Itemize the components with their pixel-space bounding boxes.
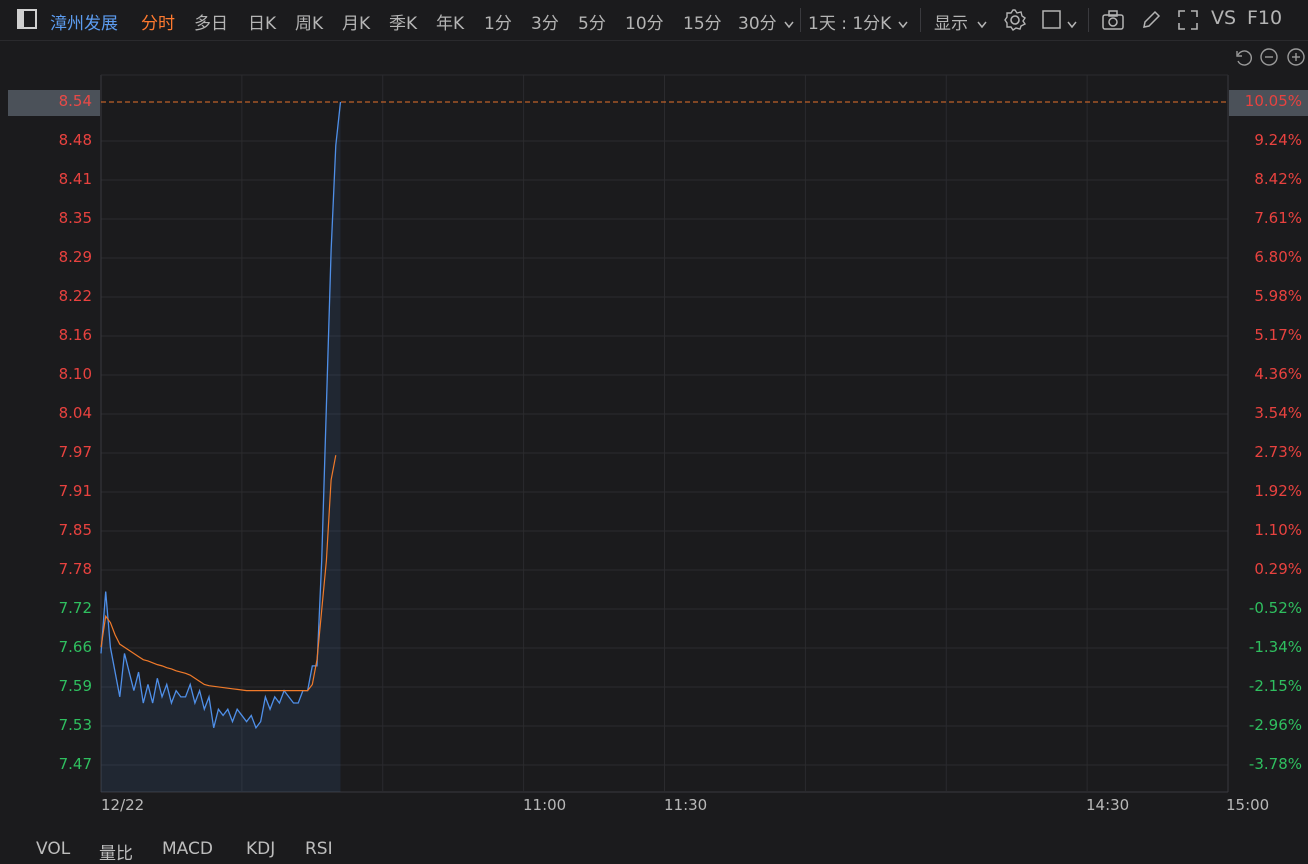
divider: [1088, 8, 1089, 32]
date-label: 12/22: [101, 796, 145, 814]
tab-3min[interactable]: 3分: [531, 9, 559, 34]
price-tick-label: 7.59: [58, 677, 92, 695]
percent-tick-label: 1.92%: [1254, 482, 1302, 500]
price-tick-label: 7.78: [58, 560, 92, 578]
price-tick-label: 7.72: [58, 599, 92, 617]
percent-tick-label: -0.52%: [1248, 599, 1302, 617]
x-tick-label: 11:00: [523, 796, 567, 814]
percent-tick-label: 5.98%: [1254, 287, 1302, 305]
camera-icon[interactable]: [1101, 9, 1125, 35]
tab-fenshi[interactable]: 分时: [141, 9, 175, 34]
f10-button[interactable]: F10: [1247, 7, 1282, 29]
tab-season-k[interactable]: 季K: [389, 9, 417, 34]
percent-tick-label: 10.05%: [1244, 92, 1302, 110]
percent-tick-label: 7.61%: [1254, 209, 1302, 227]
avg-price-line: [100, 455, 337, 692]
percent-tick-label: 8.42%: [1254, 170, 1302, 188]
percent-tick-label: 0.29%: [1254, 560, 1302, 578]
tab-volume-ratio[interactable]: 量比: [99, 839, 133, 864]
chevron-down-icon[interactable]: [897, 15, 909, 34]
percent-tick-label: -1.34%: [1248, 638, 1302, 656]
tab-30min[interactable]: 30分: [738, 9, 777, 34]
square-icon[interactable]: [1042, 10, 1062, 34]
sidebar-toggle-icon[interactable]: [17, 9, 37, 29]
price-line: [100, 101, 342, 730]
pen-icon[interactable]: [1140, 9, 1162, 35]
zoom-out-icon[interactable]: [1259, 47, 1279, 71]
chevron-down-icon[interactable]: [976, 15, 988, 34]
price-tick-label: 8.10: [58, 365, 92, 383]
chevron-down-icon[interactable]: [783, 15, 795, 34]
percent-tick-label: 2.73%: [1254, 443, 1302, 461]
tab-duori[interactable]: 多日: [194, 9, 228, 34]
price-tick-label: 8.16: [58, 326, 92, 344]
price-area: [101, 102, 341, 792]
toolbar: 漳州发展 分时 多日 日K 周K 月K 季K 年K 1分 3分 5分 10分 1…: [0, 0, 1308, 41]
divider: [920, 8, 921, 32]
zoom-in-icon[interactable]: [1286, 47, 1306, 71]
price-tick-label: 7.66: [58, 638, 92, 656]
reset-zoom-icon[interactable]: [1232, 47, 1253, 71]
price-tick-label: 8.29: [58, 248, 92, 266]
price-tick-label: 7.97: [58, 443, 92, 461]
price-tick-label: 7.91: [58, 482, 92, 500]
tab-vol[interactable]: VOL: [36, 839, 70, 859]
price-tick-label: 7.53: [58, 716, 92, 734]
percent-tick-label: -2.15%: [1248, 677, 1302, 695]
percent-tick-label: 5.17%: [1254, 326, 1302, 344]
intraday-chart[interactable]: [0, 0, 1308, 862]
chevron-down-icon[interactable]: [1066, 15, 1078, 34]
range-select[interactable]: 1天 : 1分K: [808, 9, 891, 34]
percent-tick-label: -3.78%: [1248, 755, 1302, 773]
x-tick-label: 14:30: [1086, 796, 1130, 814]
price-tick-label: 8.54: [58, 92, 92, 110]
gear-icon[interactable]: [1003, 8, 1027, 36]
tab-15min[interactable]: 15分: [683, 9, 722, 34]
x-tick-label: 15:00: [1226, 796, 1270, 814]
tab-month-k[interactable]: 月K: [342, 9, 370, 34]
price-tick-label: 8.04: [58, 404, 92, 422]
tab-rsi[interactable]: RSI: [305, 839, 333, 859]
percent-tick-label: 9.24%: [1254, 131, 1302, 149]
tab-year-k[interactable]: 年K: [436, 9, 464, 34]
tab-week-k[interactable]: 周K: [295, 9, 323, 34]
tab-kdj[interactable]: KDJ: [246, 839, 275, 859]
percent-tick-label: 4.36%: [1254, 365, 1302, 383]
price-tick-label: 8.48: [58, 131, 92, 149]
stock-name[interactable]: 漳州发展: [50, 9, 118, 34]
x-tick-label: 11:30: [664, 796, 708, 814]
percent-tick-label: 1.10%: [1254, 521, 1302, 539]
percent-tick-label: -2.96%: [1248, 716, 1302, 734]
divider: [800, 8, 801, 32]
price-tick-label: 7.85: [58, 521, 92, 539]
display-select[interactable]: 显示: [934, 9, 968, 34]
price-tick-label: 8.35: [58, 209, 92, 227]
percent-tick-label: 3.54%: [1254, 404, 1302, 422]
percent-tick-label: 6.80%: [1254, 248, 1302, 266]
tab-1min[interactable]: 1分: [484, 9, 512, 34]
tab-macd[interactable]: MACD: [162, 839, 213, 859]
tab-5min[interactable]: 5分: [578, 9, 606, 34]
price-tick-label: 7.47: [58, 755, 92, 773]
price-tick-label: 8.41: [58, 170, 92, 188]
fullscreen-icon[interactable]: [1177, 9, 1199, 35]
price-tick-label: 8.22: [58, 287, 92, 305]
tab-10min[interactable]: 10分: [625, 9, 664, 34]
vs-button[interactable]: VS: [1211, 7, 1236, 29]
tab-day-k[interactable]: 日K: [248, 9, 276, 34]
